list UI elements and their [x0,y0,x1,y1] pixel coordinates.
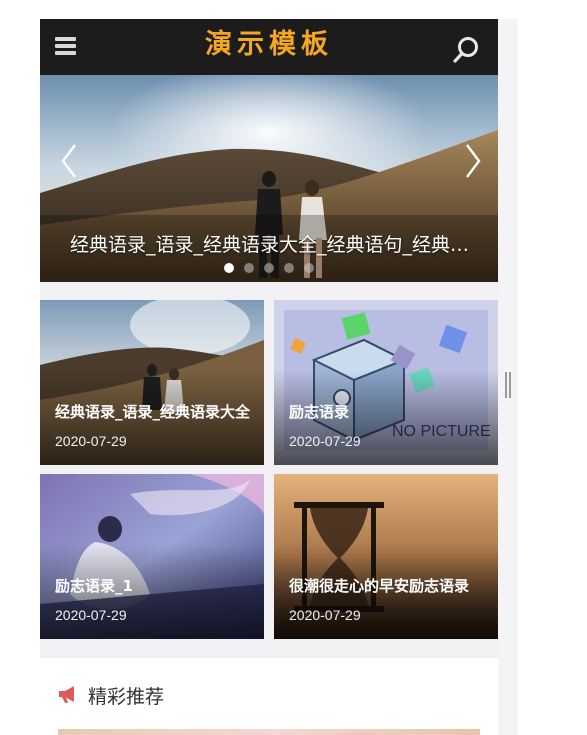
banner-slider[interactable]: 经典语录_语录_经典语录大全_经典语句_经典句子 [40,75,498,282]
recommend-thumbnail[interactable] [58,729,480,735]
banner-dot[interactable] [284,263,294,273]
banner-dot[interactable] [224,263,234,273]
card-date: 2020-07-29 [289,433,361,449]
card-date: 2020-07-29 [289,607,361,623]
article-card[interactable]: 经典语录_语录_经典语录大全 2020-07-29 [40,300,264,465]
card-date: 2020-07-29 [55,607,127,623]
hamburger-menu-icon[interactable] [55,37,76,57]
recommend-section: 精彩推荐 [40,658,498,735]
banner-prev-arrow-icon[interactable] [54,141,84,181]
search-icon[interactable] [452,34,480,64]
card-title[interactable]: 很潮很走心的早安励志语录 [289,575,485,596]
site-title: 演示模板 [205,29,333,60]
banner-dot[interactable] [304,263,314,273]
article-card[interactable]: 励志语录_1 2020-07-29 [40,474,264,639]
banner-pagination [224,263,314,273]
page-column: 演示模板 经典语录_语录_经典语录大全_经典语句_经典句子 经典语录_语录_经典… [40,19,498,735]
banner-dot[interactable] [244,263,254,273]
banner-dot[interactable] [264,263,274,273]
article-card[interactable]: 很潮很走心的早安励志语录 2020-07-29 [274,474,498,639]
recommend-title: 精彩推荐 [88,686,165,708]
banner-caption[interactable]: 经典语录_语录_经典语录大全_经典语句_经典句子 [70,230,470,257]
article-card[interactable]: NO PICTURE 励志语录 2020-07-29 [274,300,498,465]
card-title[interactable]: 经典语录_语录_经典语录大全 [55,401,251,422]
megaphone-icon [57,684,79,704]
scrollbar-grip[interactable] [505,372,511,398]
banner-next-arrow-icon[interactable] [458,141,488,181]
top-header: 演示模板 [40,19,498,75]
card-title[interactable]: 励志语录 [289,401,485,422]
card-title[interactable]: 励志语录_1 [55,575,251,596]
card-date: 2020-07-29 [55,433,127,449]
